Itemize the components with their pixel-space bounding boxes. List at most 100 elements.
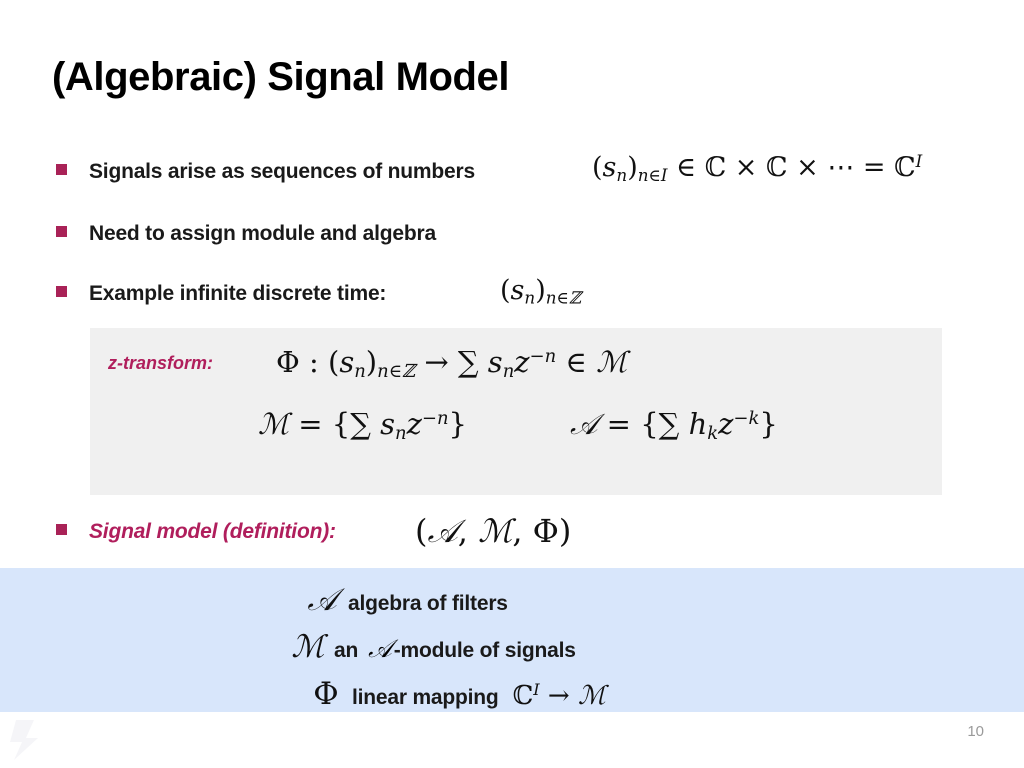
formula-summation-symbol: ∑ [658,407,680,441]
formula-close-paren: ) [558,512,572,550]
formula-phi: Φ [276,345,300,379]
formula-complex-set-2: ℂ [766,152,788,184]
formula-h-term-subscript: k [707,423,719,445]
formula-equals: = [298,407,323,441]
formula-comma-1: , [457,512,468,550]
formula-sequence-integers: (sn)n∈ℤ [500,275,581,308]
formula-complex-set-3: ℂ [894,152,916,184]
formula-member-symbol: ∈ [676,152,697,184]
formula-equals: = [606,407,631,441]
formula-s-term-subscript: n [395,423,407,445]
legend-label: algebra of filters [348,592,508,615]
formula-arrow: → [547,681,570,711]
formula-z-transform-mapping: Φ : (sn)n∈ℤ → ∑ snz−n ∈ ℳ [276,345,627,382]
formula-s-term: s [487,345,503,379]
formula-open-paren: ( [328,345,340,379]
algebra-symbol-icon: 𝒜 [307,582,337,618]
formula-algebra-symbol: 𝒜 [570,407,598,441]
formula-close-brace: } [448,407,467,441]
formula-phi: Φ [532,512,559,550]
formula-algebra-set-definition: 𝒜 = {∑ hkz−k} [570,407,778,444]
bullet-item-assign-module-algebra: Need to assign module and algebra [56,222,436,246]
formula-z-exponent: −n [421,408,449,430]
z-transform-panel: z-transform: Φ : (sn)n∈ℤ → ∑ snz−n ∈ ℳ ℳ… [90,328,942,495]
bullet-square-icon [56,226,67,237]
formula-s-subscript: n [354,361,366,383]
legend-panel: 𝒜 algebra of filters ℳ an 𝒜 -module of sig… [0,568,1024,712]
legend-row-linear-mapping: Φ linear mapping ℂI → ℳ [300,676,606,712]
bullet-item-label: Example infinite discrete time: [89,282,387,305]
footer-watermark-logo [8,716,68,762]
bullet-square-icon [56,164,67,175]
formula-index-subscript: n∈ℤ [545,287,582,308]
formula-z-exponent: −k [733,408,760,430]
formula-s-term: s [380,407,396,441]
formula-s-subscript: n [616,164,628,185]
formula-colon: : [309,345,319,379]
formula-complex-set-3-exponent: I [915,151,923,171]
formula-ellipsis: ⋯ [827,152,855,184]
page-number: 10 [967,723,984,740]
formula-h-term: h [688,407,708,441]
legend-row-algebra: 𝒜 algebra of filters [296,582,508,619]
bullet-square-icon [56,524,67,535]
formula-sequence-in-complex: (sn)n∈I ∈ ℂ × ℂ × ⋯ = ℂI [592,151,922,185]
formula-algebra-symbol: 𝒜 [427,512,458,550]
formula-close-paren: ) [365,345,378,379]
formula-open-paren: ( [415,512,428,550]
formula-s-term-subscript: n [502,361,515,383]
z-transform-label: z-transform: [108,353,214,373]
formula-z-term: z [406,407,422,441]
formula-index-subscript: n∈I [637,164,668,185]
formula-close-paren: ) [535,275,546,306]
formula-complex-set: ℂ [512,681,534,711]
bullet-square-icon [56,286,67,297]
legend-row-module: ℳ an 𝒜 -module of signals [282,629,576,665]
formula-comma-2: , [512,512,523,550]
bullet-item-label: Need to assign module and algebra [89,222,436,245]
formula-open-paren: ( [500,275,511,306]
formula-equals: = [862,152,886,184]
formula-module-symbol: ℳ [577,681,606,711]
formula-module-symbol: ℳ [258,407,290,441]
slide-canvas: (Algebraic) Signal Model Signals arise a… [0,0,1024,768]
formula-module-symbol: ℳ [478,512,513,550]
legend-label: linear mapping [352,686,499,709]
formula-complex-set-1: ℂ [704,152,727,184]
formula-times-1: × [734,152,758,184]
bullet-item-example-discrete-time: Example infinite discrete time: [56,282,386,306]
formula-signal-model-triple: (𝒜, ℳ, Φ) [415,512,571,551]
bullet-item-label: Signals arise as sequences of numbers [89,160,475,183]
phi-symbol-icon: Φ [313,676,339,712]
legend-label-prefix: an [334,639,359,662]
formula-open-brace: { [331,407,351,441]
legend-label-suffix: -module of signals [393,639,576,662]
formula-times-2: × [796,152,819,184]
formula-module-symbol: ℳ [596,345,628,379]
formula-close-paren: ) [627,152,638,184]
formula-s-subscript: n [524,287,536,308]
formula-index-subscript: n∈ℤ [377,361,416,383]
inline-algebra-symbol-icon: 𝒜 [368,634,392,663]
formula-open-paren: ( [592,152,603,184]
formula-z-term: z [514,345,530,379]
formula-summation-symbol: ∑ [457,345,479,379]
formula-z-exponent: −n [529,346,557,368]
formula-summation-symbol: ∑ [350,407,371,441]
module-symbol-icon: ℳ [291,629,325,665]
formula-open-brace: { [640,407,659,441]
formula-member-symbol: ∈ [565,345,587,379]
formula-module-set-definition: ℳ = {∑ snz−n} [258,407,467,444]
formula-s: s [602,152,617,184]
page-title: (Algebraic) Signal Model [52,55,510,99]
legend-trailer-formula: ℂI → ℳ [513,680,606,711]
formula-z-term: z [718,407,734,441]
formula-s: s [339,345,355,379]
bullet-item-signal-model-definition: Signal model (definition): [56,520,336,544]
formula-arrow: → [424,345,449,379]
bullet-item-signals-arise: Signals arise as sequences of numbers [56,160,475,184]
formula-s: s [510,275,525,306]
formula-complex-set-exponent: I [533,680,540,700]
formula-close-brace: } [759,407,778,441]
bullet-item-label: Signal model (definition): [89,520,336,543]
